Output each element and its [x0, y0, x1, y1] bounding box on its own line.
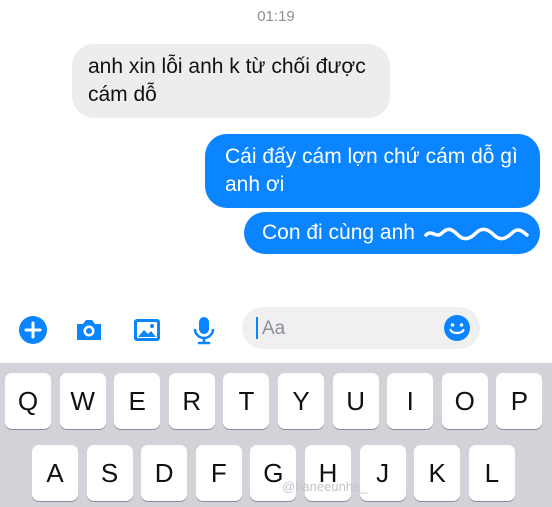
- key-t[interactable]: T: [223, 373, 270, 429]
- key-p[interactable]: P: [496, 373, 543, 429]
- input-placeholder: Aa: [262, 318, 286, 339]
- outgoing-message-bubble[interactable]: Cái đấy cám lợn chứ cám dỗ gì anh ơi: [205, 134, 540, 208]
- key-w[interactable]: W: [59, 373, 106, 429]
- key-e[interactable]: E: [114, 373, 161, 429]
- watermark: @haneeunhe_: [282, 479, 368, 494]
- key-u[interactable]: U: [332, 373, 379, 429]
- scribble-redaction: [424, 227, 529, 241]
- message-input[interactable]: Aa: [242, 307, 480, 349]
- key-a[interactable]: A: [32, 445, 78, 501]
- key-r[interactable]: R: [168, 373, 215, 429]
- camera-icon[interactable]: [73, 314, 105, 346]
- image-icon[interactable]: [131, 314, 163, 346]
- keyboard: QWERTYUIOP ASDFGHJKL @haneeunhe_: [0, 363, 552, 507]
- message-line: Cái đấy cám lợn chứ cám dỗ gì: [225, 145, 518, 168]
- emoji-icon[interactable]: [442, 313, 472, 343]
- key-s[interactable]: S: [86, 445, 133, 501]
- message-line: anh ơi: [225, 173, 285, 196]
- key-y[interactable]: Y: [278, 373, 324, 429]
- key-q[interactable]: Q: [5, 373, 51, 429]
- key-l[interactable]: L: [468, 445, 515, 501]
- key-i[interactable]: I: [387, 373, 434, 429]
- outgoing-message-bubble[interactable]: Con đi cùng anh: [244, 212, 540, 254]
- message-line: anh xin lỗi anh k từ chối được: [88, 55, 366, 78]
- key-d[interactable]: D: [141, 445, 188, 501]
- plus-circle-icon[interactable]: [17, 314, 49, 346]
- message-line: cám dỗ: [88, 83, 157, 106]
- key-k[interactable]: K: [414, 445, 461, 501]
- status-time: 01:19: [257, 8, 295, 25]
- text-caret: [256, 317, 258, 339]
- key-o[interactable]: O: [441, 373, 488, 429]
- incoming-message-bubble[interactable]: anh xin lỗi anh k từ chối được cám dỗ: [72, 44, 390, 118]
- key-f[interactable]: F: [195, 445, 242, 501]
- message-text: Con đi cùng anh: [262, 221, 415, 244]
- microphone-icon[interactable]: [188, 314, 220, 346]
